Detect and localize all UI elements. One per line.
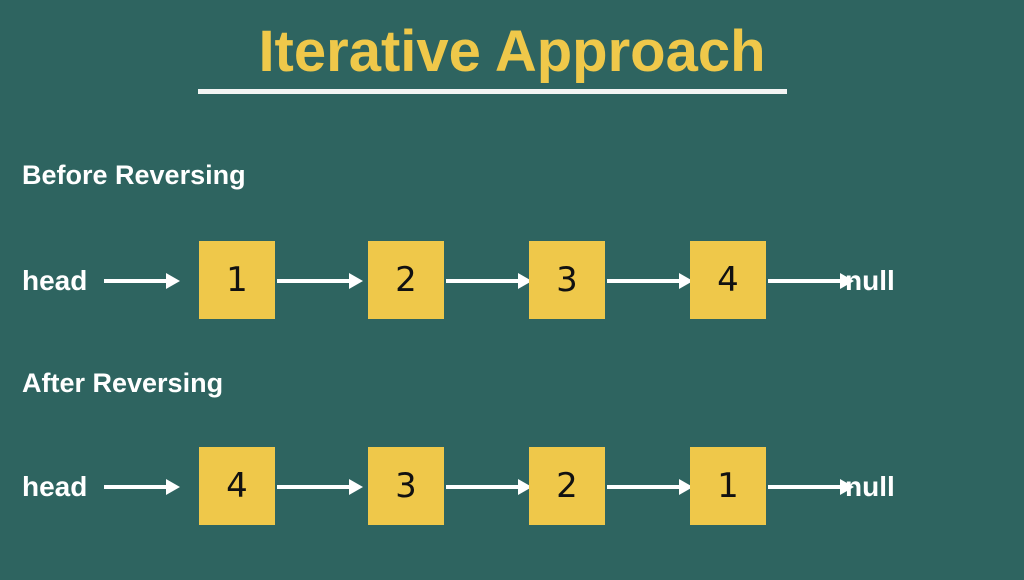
node-value: 3 (395, 466, 417, 506)
node-value: 1 (717, 466, 739, 506)
arrow-shaft (768, 279, 840, 283)
arrow-shaft (104, 485, 168, 489)
section-heading-before: Before Reversing (22, 160, 246, 190)
title-block: Iterative Approach (0, 19, 1024, 84)
node-link-arrow-icon (277, 273, 363, 289)
arrow-shaft (277, 279, 349, 283)
page-title: Iterative Approach (258, 19, 766, 84)
slide-canvas: Iterative Approach Before Reversing head… (0, 0, 1024, 580)
node-value: 4 (717, 260, 739, 300)
arrow-shaft (446, 485, 518, 489)
linked-list-after: head 4 3 2 1 null (0, 447, 1024, 527)
node-link-arrow-icon (446, 273, 532, 289)
arrow-shaft (104, 279, 168, 283)
arrow-shaft (446, 279, 518, 283)
head-arrow-icon-after (104, 478, 180, 496)
node-link-arrow-icon (607, 479, 693, 495)
list-node: 1 (690, 447, 766, 525)
list-node: 2 (529, 447, 605, 525)
null-terminator-label: null (845, 265, 895, 296)
list-node: 4 (199, 447, 275, 525)
node-value: 3 (556, 260, 578, 300)
title-underline-rule (198, 89, 787, 94)
node-value: 4 (226, 466, 248, 506)
linked-list-before: head 1 2 3 4 null (0, 241, 1024, 321)
arrow-shaft (277, 485, 349, 489)
node-link-arrow-icon (446, 479, 532, 495)
node-value: 1 (226, 260, 248, 300)
node-link-arrow-icon (768, 479, 854, 495)
node-link-arrow-icon (607, 273, 693, 289)
list-node: 3 (529, 241, 605, 319)
node-value: 2 (556, 466, 578, 506)
node-link-arrow-icon (768, 273, 854, 289)
node-value: 2 (395, 260, 417, 300)
arrow-head (166, 273, 180, 289)
arrow-shaft (607, 485, 679, 489)
arrow-head (349, 273, 363, 289)
head-arrow-icon-before (104, 272, 180, 290)
head-pointer-label-before: head (22, 265, 88, 296)
head-pointer-label-after: head (22, 471, 88, 502)
section-heading-after: After Reversing (22, 368, 224, 398)
null-terminator-label: null (845, 471, 895, 502)
list-node: 3 (368, 447, 444, 525)
list-node: 1 (199, 241, 275, 319)
list-node: 4 (690, 241, 766, 319)
node-link-arrow-icon (277, 479, 363, 495)
arrow-head (349, 479, 363, 495)
arrow-shaft (768, 485, 840, 489)
arrow-head (166, 479, 180, 495)
list-node: 2 (368, 241, 444, 319)
arrow-shaft (607, 279, 679, 283)
